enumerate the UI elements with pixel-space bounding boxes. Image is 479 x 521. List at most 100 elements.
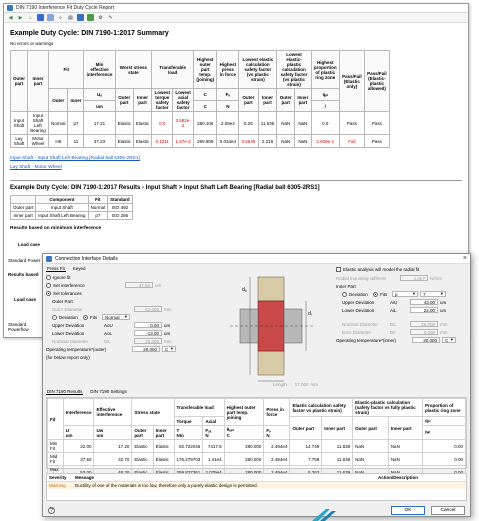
label-du: dₐ	[242, 287, 247, 293]
edit-icon[interactable]: ✎	[107, 14, 114, 21]
elastic-model-checkbox[interactable]	[336, 266, 341, 272]
right-panel: Elastic analysis will model the radial f…	[336, 264, 469, 344]
connection-interface-dialog: Connection Interface Details × Press Fit…	[42, 253, 471, 517]
settings-icon[interactable]: ⚙	[97, 14, 104, 21]
results-table: Fit Interference Effective interference …	[47, 398, 467, 479]
inner-fit-number-select[interactable]: 7 ▾	[420, 291, 446, 297]
brand-logo	[312, 509, 336, 521]
table-row[interactable]: Min Fit 22.00 17.20 Elastic Elastic 92.7…	[47, 439, 467, 453]
chevron-down-icon: ▾	[124, 314, 127, 319]
col-fit: Fit	[47, 50, 85, 89]
report-toolbar: ◀ ▶ ⌂ ⌕ ▤ ⚙ ✎	[4, 13, 468, 23]
table-row[interactable]: Mid Fit 37.50 32.70 Elastic Elastic 176.…	[47, 452, 467, 466]
inner-nominal-diameter-input[interactable]: 25.000	[410, 321, 438, 327]
inner-temp-unit-select[interactable]: C ▾	[442, 337, 456, 343]
press-fit-drawing: dₐ dᵢ	[230, 276, 314, 382]
message-row[interactable]: Warning Ductility of one of the material…	[47, 481, 466, 489]
tab-din-settings[interactable]: DIN 7190 Settings	[89, 389, 128, 395]
close-icon[interactable]: ×	[463, 255, 467, 262]
ignore-fit-option[interactable]: Ignore fit	[46, 273, 222, 281]
dialog-tabs: Press Fit Keyed	[46, 266, 87, 272]
col-min-interference: Min effective interference	[83, 50, 116, 89]
outer-part-label: Outer Part	[52, 298, 73, 304]
radio-set-tolerances[interactable]	[46, 290, 51, 296]
messages-table: Severity Message Action/Description Warn…	[47, 474, 466, 489]
col-lowest-elastic-plastic: Lowest elastic-plastic calculation safet…	[276, 50, 312, 89]
results-table-panel: Fit Interference Effective interference …	[46, 397, 467, 479]
document-icon[interactable]	[47, 14, 54, 21]
inner-fit-letter-select[interactable]: p ▾	[392, 291, 418, 297]
col-highest-press: Highest press in force	[216, 50, 240, 89]
dialog-titlebar: Connection Interface Details ×	[43, 254, 470, 264]
col-lowest-elastic: Lowest elastic calculation safety factor…	[238, 50, 278, 89]
col-component: Component	[35, 195, 89, 204]
ok-button[interactable]: OK	[391, 506, 425, 515]
outer-diameter-input[interactable]: 62.000	[134, 306, 162, 312]
bore-diameter-input[interactable]: 0.000	[410, 329, 438, 335]
set-interference-option[interactable]: Set interference 37.50 um	[46, 281, 222, 289]
radio-outer-fits[interactable]	[83, 314, 88, 320]
radial-stiffness-input[interactable]: 1.0e7	[400, 275, 428, 281]
operating-temp-outer-input[interactable]: 20.000	[132, 346, 160, 352]
upper-deviation-input[interactable]: 0.00	[134, 322, 162, 328]
outer-diameter-label: Outer Diameter	[52, 306, 83, 312]
bookmark-icon[interactable]	[37, 14, 44, 21]
link-input-shaft[interactable]: Input Shaft - Input Shaft Left Bearing […	[10, 156, 462, 161]
col-highest-plastic: Highest proportion of plastic ring zone	[310, 50, 340, 89]
radio-set-interference[interactable]	[46, 282, 51, 288]
forward-icon[interactable]: ▶	[17, 14, 24, 21]
col-highest-temp: Highest outer part temp. (joining)	[193, 50, 218, 89]
radio-inner-deviation[interactable]	[342, 291, 347, 297]
col-u-unit: um	[83, 100, 116, 112]
cancel-button[interactable]: Cancel	[431, 506, 465, 515]
no-errors-text: No errors or warnings	[10, 41, 54, 46]
tab-din-results[interactable]: DIN 7190 Results	[46, 389, 84, 395]
length-row: Length 17.000 mm	[273, 381, 319, 387]
inner-lower-deviation-input[interactable]: 22.00	[410, 307, 438, 313]
export-icon[interactable]	[87, 14, 94, 21]
dialog-footer: ? OK Cancel	[43, 505, 470, 516]
tab-keyed[interactable]: Keyed	[72, 266, 87, 272]
help-icon[interactable]: ?	[48, 507, 55, 514]
left-panel: Ignore fit Set interference 37.50 um Set t…	[46, 273, 222, 361]
link-lay-shaft[interactable]: Lay Shaft - Motor Wheel	[10, 165, 462, 170]
nominal-diameter-input[interactable]: 25.000	[134, 338, 162, 344]
standard-power-label: Standard Power	[8, 258, 41, 263]
divider	[10, 180, 462, 181]
outer-ring-bottom	[257, 350, 285, 376]
dialog-body: Press Fit Keyed Ignore fit Set interfere…	[43, 264, 470, 516]
col-q-sym: qₚₗ	[310, 87, 340, 102]
col-stress-inner: Inner part	[132, 88, 153, 112]
search-icon[interactable]: ⌕	[57, 14, 64, 21]
report-titlebar: DIN 7190 Interference Fit Duty Cycle Rep…	[4, 4, 468, 13]
col-torque-sf: Lowest torque safety factor	[151, 88, 174, 112]
inner-upper-deviation-input[interactable]: 43.00	[410, 299, 438, 305]
radio-inner-fits[interactable]	[373, 291, 378, 297]
col-pass-elastic: Pass/Fail (Elastic only)	[338, 50, 365, 112]
col-q-unit: /	[310, 100, 340, 112]
col-u: Uᵤ	[83, 87, 116, 102]
lower-deviation-input[interactable]: -13.00	[134, 330, 162, 336]
outer-fit-select[interactable]: Normal ▾	[102, 314, 130, 320]
dialog-title: Connection Interface Details	[55, 255, 118, 262]
radio-ignore-fit[interactable]	[46, 274, 51, 280]
below-report-note: (for below report only)	[46, 354, 90, 360]
load-case-label-2: Load case	[14, 297, 37, 302]
save-icon[interactable]	[77, 14, 84, 21]
load-case-label: Load case	[18, 242, 41, 247]
col-press-unit: N	[216, 100, 240, 112]
col-pass-plastic: Pass/Fail (Elastic-plastic allowed)	[363, 50, 391, 112]
col-fit-outer: Outer	[47, 88, 69, 112]
outer-temp-unit-select[interactable]: C ▾	[162, 346, 176, 352]
operating-temp-inner-input[interactable]: 20.000	[412, 337, 440, 343]
tab-press-fit[interactable]: Press Fit	[46, 266, 66, 272]
chevron-down-icon: ▾	[440, 291, 443, 296]
radio-outer-deviation[interactable]	[52, 314, 57, 320]
home-icon[interactable]: ⌂	[27, 14, 34, 21]
report-window-title: DIN 7190 Interference Fit Duty Cycle Rep…	[16, 5, 115, 11]
set-tolerances-option[interactable]: Set tolerances	[46, 289, 222, 297]
print-icon[interactable]: ▤	[67, 14, 74, 21]
result-tabs: DIN 7190 Results DIN 7190 Settings	[46, 389, 128, 395]
back-icon[interactable]: ◀	[7, 14, 14, 21]
interference-input[interactable]: 37.50	[125, 282, 153, 288]
